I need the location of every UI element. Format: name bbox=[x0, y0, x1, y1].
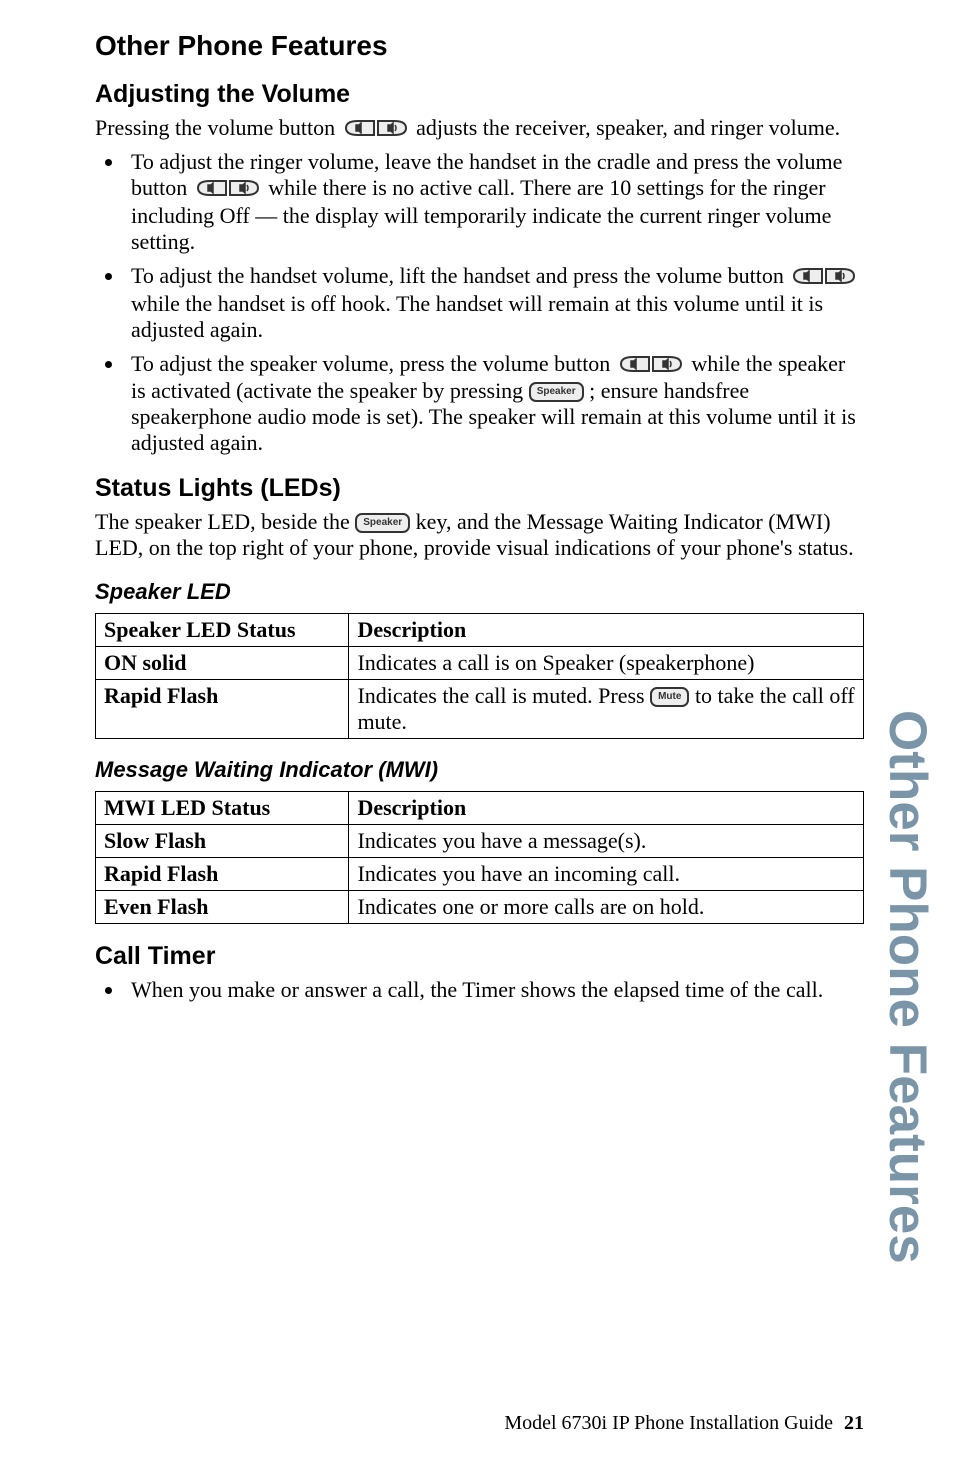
cell: Even Flash bbox=[96, 891, 349, 924]
cell: Indicates you have a message(s). bbox=[349, 825, 864, 858]
volume-button-icon bbox=[619, 353, 683, 379]
speaker-key-icon: Speaker bbox=[355, 513, 410, 533]
adjusting-volume-list: To adjust the ringer volume, leave the h… bbox=[95, 149, 864, 456]
bullet-handset: To adjust the handset volume, lift the h… bbox=[125, 263, 864, 343]
text: The speaker LED, beside the bbox=[95, 509, 355, 534]
table-header-row: MWI LED Status Description bbox=[96, 792, 864, 825]
mwi-title: Message Waiting Indicator (MWI) bbox=[95, 757, 864, 783]
text: while the handset is off hook. The hands… bbox=[131, 291, 823, 342]
call-timer-list: When you make or answer a call, the Time… bbox=[95, 977, 864, 1003]
footer: Model 6730i IP Phone Installation Guide … bbox=[504, 1412, 864, 1435]
table-header-row: Speaker LED Status Description bbox=[96, 614, 864, 647]
cell: Indicates you have an incoming call. bbox=[349, 858, 864, 891]
text: To adjust the speaker volume, press the … bbox=[131, 351, 616, 376]
cell: Rapid Flash bbox=[96, 680, 349, 739]
footer-text: Model 6730i IP Phone Installation Guide bbox=[504, 1412, 833, 1434]
table-row: Slow Flash Indicates you have a message(… bbox=[96, 825, 864, 858]
text: Pressing the volume button bbox=[95, 115, 341, 140]
mute-key-icon: Mute bbox=[650, 687, 689, 707]
speaker-led-title: Speaker LED bbox=[95, 579, 864, 605]
text: To adjust the handset volume, lift the h… bbox=[131, 263, 789, 288]
cell: Indicates a call is on Speaker (speakerp… bbox=[349, 647, 864, 680]
bullet: When you make or answer a call, the Time… bbox=[125, 977, 864, 1003]
volume-button-icon bbox=[344, 117, 408, 143]
cell: Indicates one or more calls are on hold. bbox=[349, 891, 864, 924]
adjusting-volume-intro: Pressing the volume button adjusts the r… bbox=[95, 115, 864, 143]
bullet-speaker: To adjust the speaker volume, press the … bbox=[125, 351, 864, 457]
col-header: Description bbox=[349, 792, 864, 825]
status-lights-title: Status Lights (LEDs) bbox=[95, 474, 864, 503]
section-title: Other Phone Features bbox=[95, 30, 864, 62]
status-lights-intro: The speaker LED, beside the Speaker key,… bbox=[95, 509, 864, 561]
call-timer-title: Call Timer bbox=[95, 942, 864, 971]
col-header: MWI LED Status bbox=[96, 792, 349, 825]
mwi-table: MWI LED Status Description Slow Flash In… bbox=[95, 791, 864, 924]
speaker-key-icon: Speaker bbox=[529, 382, 584, 402]
cell: ON solid bbox=[96, 647, 349, 680]
side-tab: Other Phone Features bbox=[877, 710, 938, 1264]
text: adjusts the receiver, speaker, and ringe… bbox=[416, 115, 840, 140]
adjusting-volume-title: Adjusting the Volume bbox=[95, 80, 864, 109]
bullet-ringer: To adjust the ringer volume, leave the h… bbox=[125, 149, 864, 255]
table-row: Even Flash Indicates one or more calls a… bbox=[96, 891, 864, 924]
volume-button-icon bbox=[792, 265, 856, 291]
table-row: Rapid Flash Indicates the call is muted.… bbox=[96, 680, 864, 739]
speaker-led-table: Speaker LED Status Description ON solid … bbox=[95, 613, 864, 739]
cell: Indicates the call is muted. Press Mute … bbox=[349, 680, 864, 739]
table-row: ON solid Indicates a call is on Speaker … bbox=[96, 647, 864, 680]
page-number: 21 bbox=[844, 1412, 864, 1434]
col-header: Description bbox=[349, 614, 864, 647]
volume-button-icon bbox=[196, 177, 260, 203]
cell: Slow Flash bbox=[96, 825, 349, 858]
text: Indicates the call is muted. Press bbox=[357, 683, 650, 708]
cell: Rapid Flash bbox=[96, 858, 349, 891]
col-header: Speaker LED Status bbox=[96, 614, 349, 647]
table-row: Rapid Flash Indicates you have an incomi… bbox=[96, 858, 864, 891]
